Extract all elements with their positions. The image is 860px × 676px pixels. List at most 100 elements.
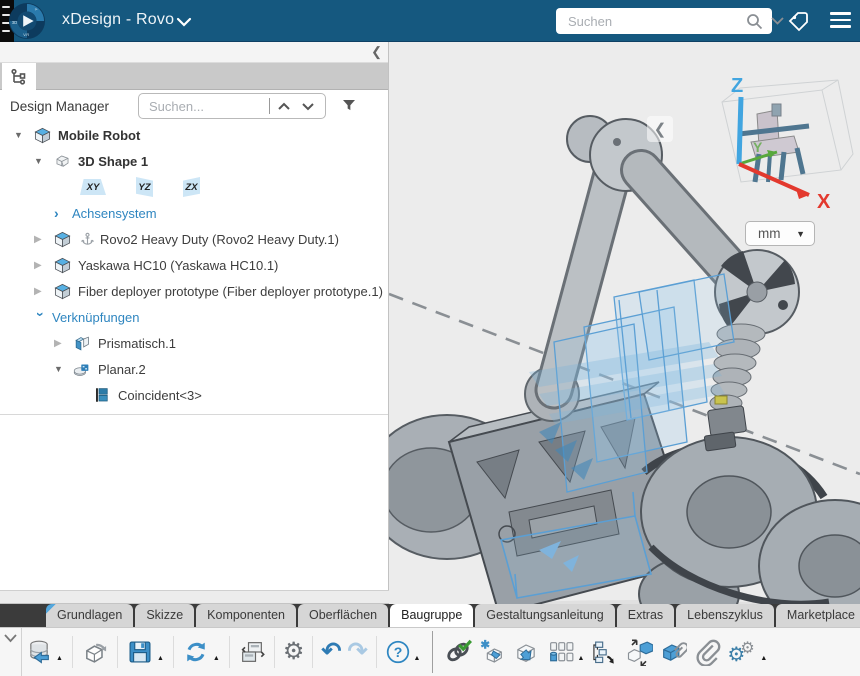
- axis-y-label: Y: [753, 139, 763, 155]
- export-shape-button[interactable]: [81, 638, 109, 666]
- global-search-input[interactable]: [566, 13, 746, 30]
- flyout-arrow-icon[interactable]: ▲: [577, 655, 584, 662]
- tab-skizze[interactable]: Skizze: [135, 604, 194, 627]
- view-triad[interactable]: Y Z X: [722, 75, 853, 213]
- plane-zx[interactable]: ZX: [183, 177, 200, 197]
- svg-text:✱: ✱: [481, 639, 491, 652]
- tree-row[interactable]: ▶Rovo2 Heavy Duty (Rovo2 Heavy Duty.1): [0, 226, 388, 252]
- viewport-panel-toggle[interactable]: ❮: [647, 116, 673, 142]
- sync-button[interactable]: ▲: [182, 638, 221, 666]
- flyout-arrow-icon[interactable]: ▲: [56, 655, 63, 662]
- expander-collapsed-icon[interactable]: ▶: [34, 286, 52, 297]
- divider: [269, 98, 270, 114]
- tree-row[interactable]: ▼ 3D Shape 1: [0, 148, 388, 174]
- flyout-arrow-icon[interactable]: ▲: [213, 655, 220, 662]
- tab-lebenszyklus[interactable]: Lebenszyklus: [676, 604, 774, 627]
- tree-row[interactable]: ▶ Prismatisch.1: [0, 330, 388, 356]
- search-prev-icon[interactable]: [277, 102, 291, 111]
- tree-row[interactable]: ▶ Yaskawa HC10 (Yaskawa HC10.1): [0, 252, 388, 278]
- expander-expanded-icon[interactable]: ▼: [54, 364, 72, 374]
- panel-scroll-strip[interactable]: [0, 590, 389, 604]
- tab-komponenten[interactable]: Komponenten: [196, 604, 296, 627]
- toolbar-separator: [173, 636, 174, 668]
- menu-icon[interactable]: [830, 12, 851, 32]
- svg-text:?: ?: [393, 644, 402, 660]
- search-next-icon[interactable]: [301, 102, 315, 111]
- tab-design-tree[interactable]: [2, 63, 36, 90]
- expander-chevron-right-icon[interactable]: ›: [54, 208, 72, 218]
- tab-gestaltungsanleitung[interactable]: Gestaltungsanleitung: [475, 604, 614, 627]
- expander-chevron-down-icon[interactable]: ›: [36, 312, 46, 330]
- undo-button[interactable]: ↶: [321, 640, 341, 664]
- expander-expanded-icon[interactable]: ▼: [34, 156, 52, 166]
- 3d-scene: Y Z X: [389, 42, 860, 604]
- tree-row[interactable]: ▼ Mobile Robot: [0, 122, 388, 148]
- planar-icon: [72, 361, 92, 378]
- insert-component-new-button[interactable]: ✱: [478, 638, 506, 666]
- tree-row[interactable]: ›Verknüpfungen: [0, 304, 388, 330]
- tab-baugruppe[interactable]: Baugruppe: [390, 604, 473, 627]
- units-dropdown[interactable]: mm ▼: [745, 221, 815, 246]
- 3d-viewport[interactable]: Y Z X ❮ mm ▼: [389, 42, 860, 604]
- toolbar-separator: [229, 636, 230, 668]
- redo-button[interactable]: ↷: [347, 640, 367, 664]
- tree-row[interactable]: XY YZ ZX: [0, 174, 388, 200]
- panel-tab-strip: [0, 63, 388, 90]
- filter-icon[interactable]: [340, 97, 358, 115]
- app-title: xDesign - Rovo: [62, 11, 174, 29]
- tree-item-label: Mobile Robot: [58, 128, 140, 143]
- tab-marketplace[interactable]: Marketplace: [776, 604, 860, 627]
- expander-collapsed-icon[interactable]: ▶: [34, 234, 52, 245]
- anchor-icon: [78, 232, 96, 247]
- expander-collapsed-icon[interactable]: ▶: [54, 338, 72, 349]
- plane-xy[interactable]: XY: [80, 179, 106, 195]
- import-database-button[interactable]: ▲: [25, 638, 64, 666]
- expander-expanded-icon[interactable]: ▼: [14, 130, 32, 140]
- action-toolbar: ▲▲▲⚙↶↷?▲✱▲⚙⚙▲: [0, 627, 860, 676]
- replace-component-button[interactable]: [625, 638, 653, 666]
- tree-item-label: Coincident<3>: [118, 388, 202, 403]
- tree-row[interactable]: ▶Fiber deployer prototype (Fiber deploye…: [0, 278, 388, 304]
- compare-windows-button[interactable]: [238, 638, 266, 666]
- search-icon[interactable]: [746, 13, 763, 30]
- flyout-arrow-icon[interactable]: ▲: [760, 655, 767, 662]
- toolbar-separator: [432, 631, 433, 673]
- tree-item-label: 3D Shape 1: [78, 154, 148, 169]
- settings-gear-button[interactable]: ⚙: [283, 640, 305, 664]
- tree-search-input[interactable]: [147, 98, 267, 115]
- tag-icon[interactable]: [786, 9, 810, 38]
- pattern-button[interactable]: ▲: [546, 638, 585, 666]
- tree-row[interactable]: ▼Planar.2: [0, 356, 388, 382]
- mate-link-check-button[interactable]: [444, 638, 472, 666]
- tab-extras[interactable]: Extras: [617, 604, 674, 627]
- coincident-icon: [92, 386, 112, 404]
- flyout-arrow-icon[interactable]: ▲: [414, 655, 421, 662]
- tab-grundlagen[interactable]: Grundlagen: [46, 604, 133, 627]
- 3dexperience-compass-icon[interactable]: 3D V.R I+: [8, 2, 46, 40]
- tree-divider: [0, 414, 388, 415]
- design-manager-panel: ❮ Design Manager: [0, 42, 389, 590]
- flyout-arrow-icon[interactable]: ▲: [157, 655, 164, 662]
- insert-component-existing-button[interactable]: [512, 638, 540, 666]
- save-button[interactable]: ▲: [126, 638, 165, 666]
- expander-collapsed-icon[interactable]: ▶: [34, 260, 52, 271]
- panel-collapse-icon[interactable]: ❮: [371, 44, 382, 60]
- search-scope-chevron-icon[interactable]: [771, 17, 784, 25]
- tab-oberfl-chen[interactable]: Oberflächen: [298, 604, 388, 627]
- assembly-icon: [52, 230, 72, 249]
- tree-row[interactable]: ›Achsensystem: [0, 200, 388, 226]
- paperclip-button[interactable]: [693, 638, 721, 666]
- xdesign-app: 3D V.R I+ xDesign - Rovo ❮: [0, 0, 860, 676]
- derive-structure-button[interactable]: [591, 638, 619, 666]
- plane-yz[interactable]: YZ: [136, 177, 153, 197]
- tree-row[interactable]: Coincident<3>: [0, 382, 388, 408]
- app-title-chevron-icon[interactable]: [176, 14, 192, 32]
- tree-item-label: Yaskawa HC10 (Yaskawa HC10.1): [78, 258, 278, 273]
- help-button[interactable]: ?▲: [385, 639, 422, 665]
- toolbar-collapse-icon[interactable]: [0, 628, 22, 676]
- top-bar: 3D V.R I+ xDesign - Rovo: [0, 0, 860, 42]
- tree-item-label: Prismatisch.1: [98, 336, 176, 351]
- gears-button[interactable]: ⚙⚙▲: [727, 639, 768, 665]
- attach-component-button[interactable]: [659, 638, 687, 666]
- toolbar-separator: [376, 636, 377, 668]
